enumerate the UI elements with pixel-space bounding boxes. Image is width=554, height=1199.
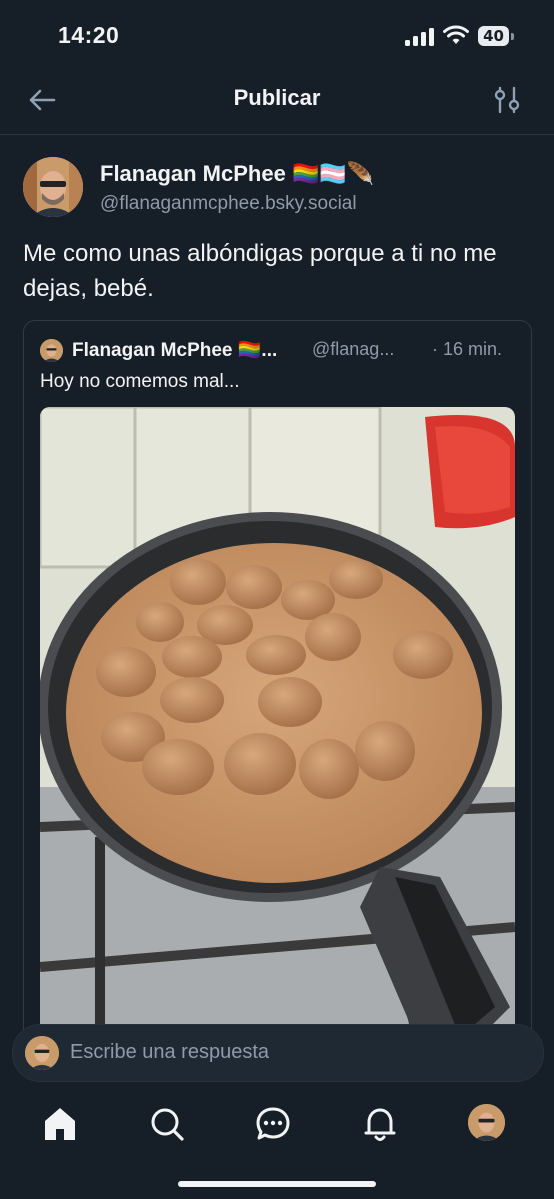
post-image[interactable] [40,407,515,1047]
avatar-photo [468,1104,505,1141]
my-avatar [25,1036,59,1070]
cellular-signal-icon [405,28,434,46]
quoted-post-time: · 16 min. [432,339,503,359]
avatar-photo [25,1036,59,1070]
quoted-author-name: Flanagan McPhee 🏳️‍🌈... [72,340,278,361]
top-header: Publicar [0,70,554,135]
nav-chat[interactable] [254,1104,292,1144]
status-bar: 14:20 40 [0,0,554,70]
home-icon [45,1108,75,1140]
quoted-author-avatar[interactable] [40,339,63,362]
sliders-icon[interactable] [492,84,522,116]
post-text: Me como unas albóndigas porque a ti no m… [23,240,497,302]
author-handle[interactable]: @flanaganmcphee.bsky.social [100,193,357,215]
quoted-post[interactable]: Flanagan McPhee 🏳️‍🌈... @flanag... · 16 … [23,320,532,1062]
avatar-photo [23,157,83,217]
nav-home[interactable] [41,1104,79,1144]
nav-notifications[interactable] [361,1104,399,1144]
status-time: 14:20 [58,22,120,48]
nav-profile-avatar[interactable] [468,1104,505,1141]
quoted-author-handle: @flanag... [312,339,395,359]
battery-indicator: 40 [478,26,514,46]
nav-search[interactable] [148,1104,186,1144]
home-indicator [178,1181,376,1187]
quoted-post-text: Hoy no comemos mal... [40,371,240,392]
reply-composer[interactable]: Escribe una respuesta [12,1024,544,1082]
search-icon [151,1108,184,1141]
bell-icon [364,1108,396,1141]
avatar-photo [40,339,63,362]
meatballs-pan-photo [40,407,515,1047]
bottom-nav [0,1100,554,1150]
page-title: Publicar [233,85,321,110]
author-name[interactable]: Flanagan McPhee 🏳️‍🌈🏳️‍⚧️🪶 [100,161,374,187]
reply-input-placeholder[interactable]: Escribe una respuesta [70,1041,269,1064]
battery-level: 40 [483,27,504,45]
chat-bubble-icon [256,1107,290,1140]
wifi-icon [443,25,469,44]
author-avatar[interactable] [23,157,83,217]
